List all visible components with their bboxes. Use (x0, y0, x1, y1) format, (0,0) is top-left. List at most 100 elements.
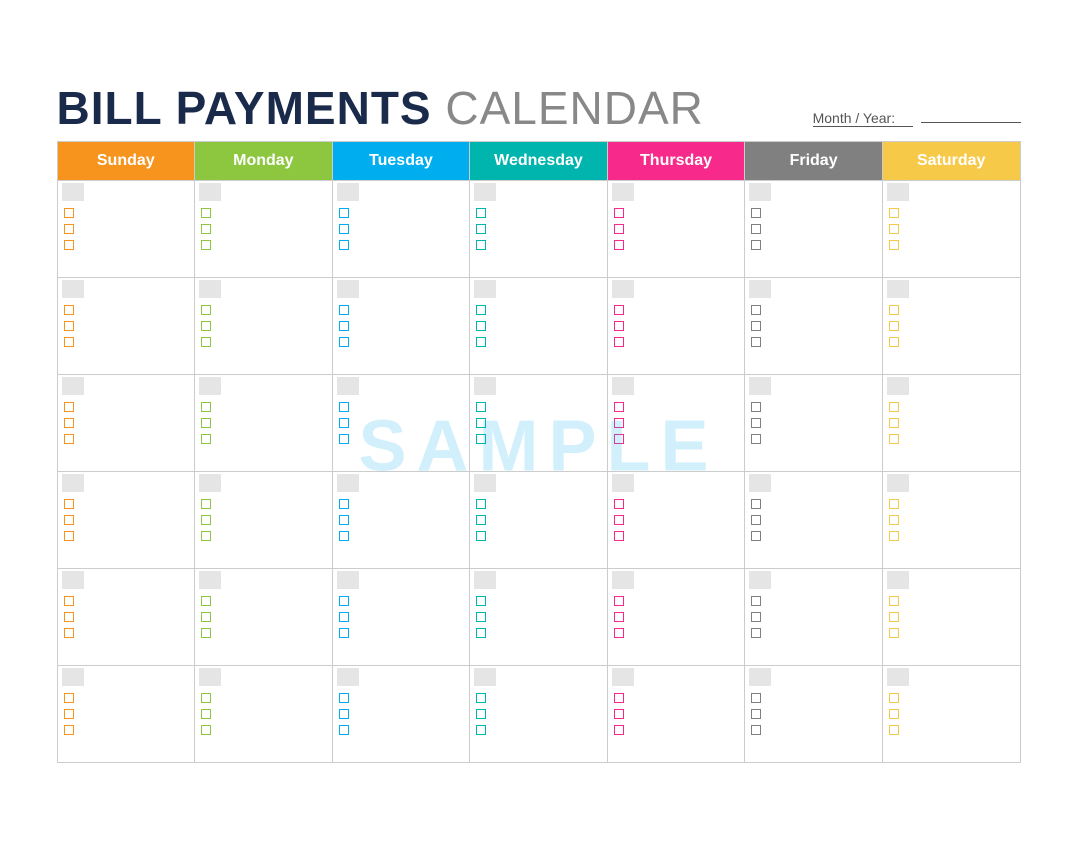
checkbox[interactable] (751, 224, 761, 234)
checkbox[interactable] (64, 402, 74, 412)
checkbox[interactable] (614, 305, 624, 315)
checkbox[interactable] (614, 337, 624, 347)
checkbox[interactable] (476, 596, 486, 606)
checkbox[interactable] (751, 240, 761, 250)
checkbox[interactable] (339, 596, 349, 606)
checkbox[interactable] (751, 531, 761, 541)
checkbox[interactable] (64, 709, 74, 719)
checkbox[interactable] (614, 725, 624, 735)
checkbox[interactable] (751, 305, 761, 315)
checkbox[interactable] (889, 612, 899, 622)
checkbox[interactable] (476, 531, 486, 541)
checkbox[interactable] (476, 499, 486, 509)
checkbox[interactable] (201, 499, 211, 509)
checkbox[interactable] (476, 693, 486, 703)
checkbox[interactable] (339, 693, 349, 703)
checkbox[interactable] (614, 612, 624, 622)
checkbox[interactable] (201, 224, 211, 234)
checkbox[interactable] (614, 499, 624, 509)
checkbox[interactable] (889, 321, 899, 331)
checkbox[interactable] (201, 693, 211, 703)
checkbox[interactable] (614, 418, 624, 428)
checkbox[interactable] (64, 434, 74, 444)
checkbox[interactable] (339, 305, 349, 315)
checkbox[interactable] (64, 418, 74, 428)
checkbox[interactable] (476, 515, 486, 525)
checkbox[interactable] (889, 418, 899, 428)
checkbox[interactable] (751, 434, 761, 444)
checkbox[interactable] (751, 628, 761, 638)
checkbox[interactable] (751, 693, 761, 703)
checkbox[interactable] (614, 402, 624, 412)
checkbox[interactable] (751, 402, 761, 412)
checkbox[interactable] (476, 418, 486, 428)
checkbox[interactable] (614, 515, 624, 525)
checkbox[interactable] (751, 208, 761, 218)
checkbox[interactable] (64, 531, 74, 541)
checkbox[interactable] (64, 224, 74, 234)
checkbox[interactable] (201, 418, 211, 428)
checkbox[interactable] (201, 402, 211, 412)
checkbox[interactable] (201, 612, 211, 622)
checkbox[interactable] (889, 725, 899, 735)
checkbox[interactable] (476, 240, 486, 250)
checkbox[interactable] (201, 240, 211, 250)
checkbox[interactable] (64, 596, 74, 606)
checkbox[interactable] (339, 709, 349, 719)
checkbox[interactable] (476, 337, 486, 347)
checkbox[interactable] (751, 515, 761, 525)
checkbox[interactable] (614, 709, 624, 719)
checkbox[interactable] (64, 305, 74, 315)
checkbox[interactable] (339, 337, 349, 347)
checkbox[interactable] (889, 531, 899, 541)
checkbox[interactable] (614, 531, 624, 541)
checkbox[interactable] (889, 208, 899, 218)
checkbox[interactable] (476, 402, 486, 412)
checkbox[interactable] (201, 337, 211, 347)
checkbox[interactable] (614, 208, 624, 218)
checkbox[interactable] (339, 515, 349, 525)
checkbox[interactable] (64, 628, 74, 638)
checkbox[interactable] (339, 402, 349, 412)
checkbox[interactable] (751, 418, 761, 428)
checkbox[interactable] (751, 725, 761, 735)
checkbox[interactable] (339, 208, 349, 218)
checkbox[interactable] (201, 531, 211, 541)
checkbox[interactable] (339, 531, 349, 541)
checkbox[interactable] (201, 596, 211, 606)
checkbox[interactable] (751, 612, 761, 622)
checkbox[interactable] (64, 693, 74, 703)
checkbox[interactable] (476, 434, 486, 444)
checkbox[interactable] (476, 208, 486, 218)
checkbox[interactable] (889, 596, 899, 606)
checkbox[interactable] (64, 499, 74, 509)
checkbox[interactable] (339, 240, 349, 250)
checkbox[interactable] (614, 596, 624, 606)
checkbox[interactable] (889, 499, 899, 509)
checkbox[interactable] (751, 499, 761, 509)
checkbox[interactable] (614, 240, 624, 250)
checkbox[interactable] (64, 321, 74, 331)
checkbox[interactable] (614, 693, 624, 703)
checkbox[interactable] (889, 337, 899, 347)
checkbox[interactable] (201, 515, 211, 525)
checkbox[interactable] (201, 709, 211, 719)
checkbox[interactable] (201, 628, 211, 638)
checkbox[interactable] (64, 612, 74, 622)
checkbox[interactable] (339, 628, 349, 638)
checkbox[interactable] (889, 224, 899, 234)
checkbox[interactable] (339, 725, 349, 735)
checkbox[interactable] (614, 628, 624, 638)
checkbox[interactable] (889, 434, 899, 444)
checkbox[interactable] (201, 208, 211, 218)
checkbox[interactable] (201, 305, 211, 315)
checkbox[interactable] (889, 515, 899, 525)
checkbox[interactable] (476, 725, 486, 735)
checkbox[interactable] (889, 402, 899, 412)
checkbox[interactable] (751, 321, 761, 331)
checkbox[interactable] (614, 224, 624, 234)
checkbox[interactable] (476, 628, 486, 638)
checkbox[interactable] (889, 305, 899, 315)
checkbox[interactable] (339, 418, 349, 428)
checkbox[interactable] (64, 725, 74, 735)
